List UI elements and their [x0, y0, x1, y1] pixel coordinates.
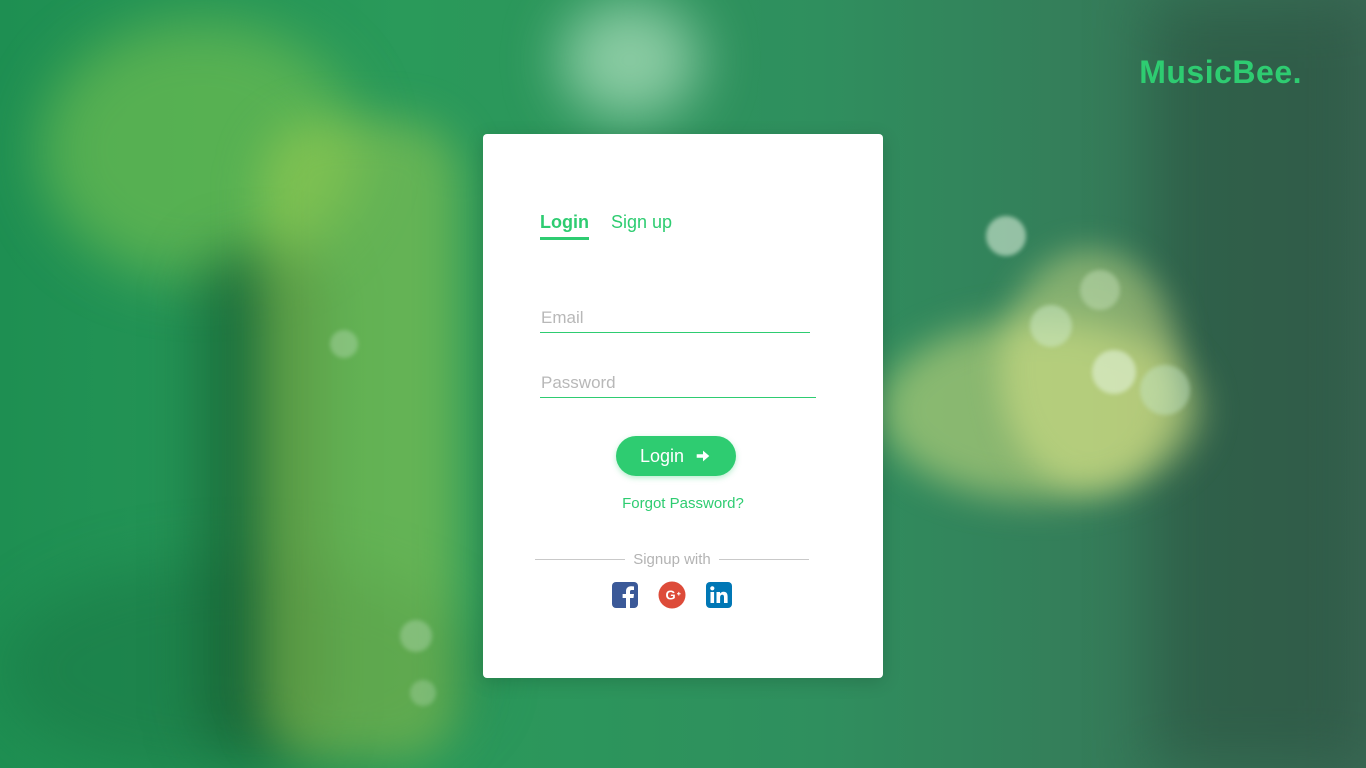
arrow-right-icon	[694, 447, 712, 465]
divider-line-left	[535, 559, 626, 560]
forgot-password-row: Forgot Password?	[483, 495, 883, 512]
tab-login[interactable]: Login	[540, 212, 589, 240]
tab-signup[interactable]: Sign up	[611, 212, 672, 240]
password-field-wrapper	[540, 369, 816, 398]
google-plus-icon[interactable]: G	[658, 581, 686, 609]
email-field[interactable]	[540, 304, 810, 333]
signup-with-label: Signup with	[633, 551, 711, 568]
login-button[interactable]: Login	[616, 436, 736, 476]
password-field[interactable]	[540, 369, 816, 398]
forgot-password-link[interactable]: Forgot Password?	[622, 495, 744, 512]
auth-tabs: Login Sign up	[540, 212, 672, 240]
login-button-label: Login	[639, 445, 685, 466]
social-login-buttons: G	[611, 581, 733, 609]
linkedin-icon[interactable]	[705, 581, 733, 609]
signup-with-divider: Signup with	[535, 551, 809, 568]
svg-text:G: G	[665, 588, 675, 603]
facebook-icon[interactable]	[611, 581, 639, 609]
divider-line-right	[718, 559, 809, 560]
email-field-wrapper	[540, 304, 810, 333]
login-page: MusicBee. Login Sign up Login Forgot Pas…	[0, 0, 1366, 768]
brand-logo[interactable]: MusicBee.	[1139, 54, 1302, 91]
login-card: Login Sign up Login Forgot Password? Sig…	[483, 134, 883, 678]
